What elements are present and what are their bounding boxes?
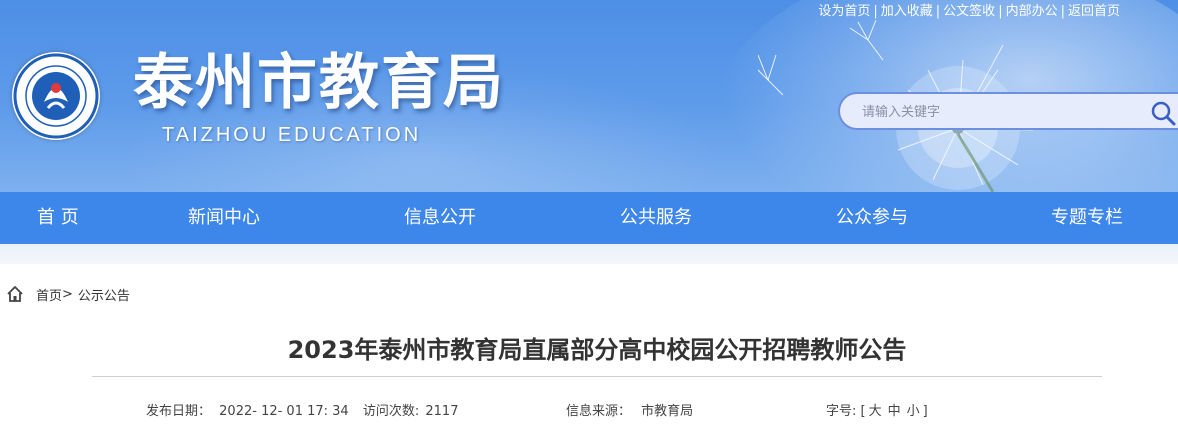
font-size-large[interactable]: 大	[869, 404, 882, 419]
visits-label: 访问次数:	[362, 404, 420, 419]
nav-item-public-service[interactable]: 公共服务	[620, 192, 692, 244]
search-icon[interactable]	[1150, 100, 1176, 126]
internal-office-link[interactable]: 内部办公	[1006, 4, 1058, 19]
visits-value: 2117	[425, 404, 459, 419]
breadcrumb: 首页 > 公示公告	[6, 284, 130, 304]
font-size-medium[interactable]: 中	[888, 404, 901, 419]
home-icon	[7, 286, 23, 302]
document-signin-link[interactable]: 公文签收	[943, 4, 995, 19]
font-size-small[interactable]: 小	[907, 404, 920, 419]
nav-item-info-disclosure[interactable]: 信息公开	[404, 192, 476, 244]
main-nav: 首 页 新闻中心 信息公开 公共服务 公众参与 专题专栏	[0, 192, 1178, 244]
nav-item-home[interactable]: 首 页	[37, 192, 79, 244]
publish-date-label: 发布日期：	[146, 404, 212, 419]
title-divider	[92, 376, 1102, 377]
publish-date-meta: 发布日期： 2022- 12- 01 17: 34 访问次数: 2117	[146, 400, 458, 419]
breadcrumb-separator: >	[62, 286, 73, 302]
font-size-control: 字号: [大中小]	[826, 404, 928, 419]
article-title: 2023年泰州市教育局直属部分高中校园公开招聘教师公告	[287, 336, 907, 364]
emblem-logo[interactable]	[12, 52, 100, 140]
breadcrumb-home-link[interactable]: 首页	[36, 285, 62, 304]
return-home-link[interactable]: 返回首页	[1068, 4, 1120, 19]
source-meta: 信息来源： 市教育局	[566, 400, 693, 419]
source-value: 市教育局	[641, 404, 694, 419]
top-utility-links: 设为首页 | 加入收藏 | 公文签收 | 内部办公 | 返回首页	[818, 4, 1120, 19]
search-box	[838, 92, 1178, 130]
site-subtitle: TAIZHOU EDUCATION	[162, 124, 422, 146]
set-homepage-link[interactable]: 设为首页	[818, 4, 870, 19]
add-favorite-link[interactable]: 加入收藏	[881, 4, 933, 19]
nav-item-news-center[interactable]: 新闻中心	[188, 192, 260, 244]
nav-item-special-topics[interactable]: 专题专栏	[1051, 192, 1123, 244]
header-banner: 设为首页 | 加入收藏 | 公文签收 | 内部办公 | 返回首页 泰州市教育局 TAIZHOU …	[0, 0, 1178, 192]
search-input[interactable]	[862, 102, 1122, 122]
publish-date-value: 2022- 12- 01 17: 34	[219, 404, 349, 419]
nav-shadow-strip	[0, 244, 1178, 264]
emblem-icon	[13, 53, 99, 139]
nav-item-public-participation[interactable]: 公众参与	[836, 192, 908, 244]
breadcrumb-current: 公示公告	[77, 288, 130, 304]
site-title: 泰州市教育局	[133, 48, 505, 118]
source-label: 信息来源：	[566, 404, 632, 419]
font-size-label: 字号:	[826, 404, 857, 419]
